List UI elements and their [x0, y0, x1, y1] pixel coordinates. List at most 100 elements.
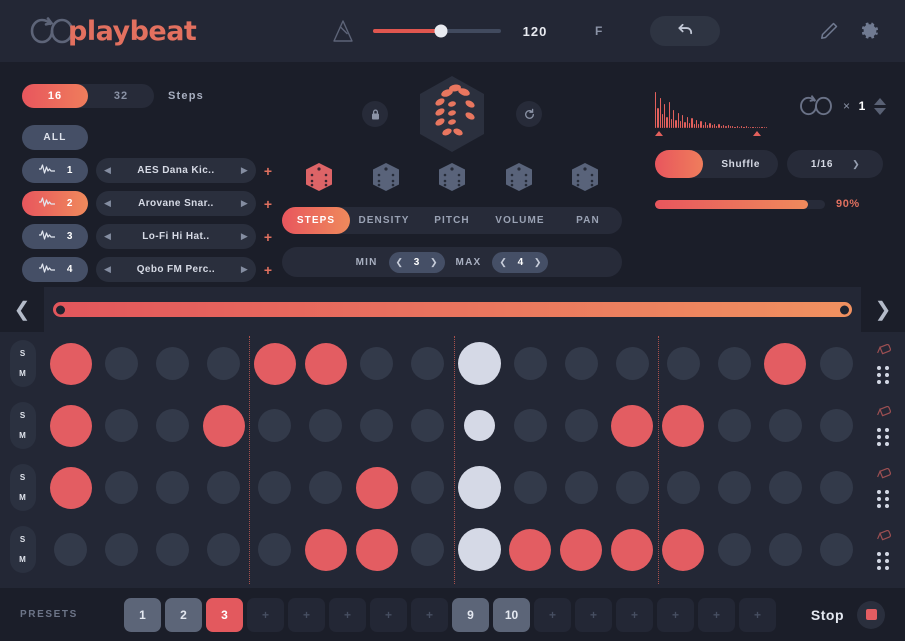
dice-5-icon[interactable] — [568, 160, 602, 194]
range-selection-bar[interactable] — [53, 302, 852, 317]
waveform-end-marker[interactable] — [753, 131, 761, 136]
chevron-left-icon[interactable]: ❮ — [396, 257, 404, 268]
max-stepper[interactable]: ❮ 4 ❯ — [492, 251, 549, 273]
step-3-11[interactable] — [564, 471, 598, 504]
mute-button-1[interactable]: M — [19, 369, 26, 378]
step-3-9[interactable] — [457, 466, 501, 509]
step-4-5[interactable] — [258, 533, 292, 566]
step-count-toggle[interactable]: 16 32 — [22, 84, 154, 108]
tempo-slider-knob[interactable] — [434, 24, 448, 38]
tab-volume[interactable]: VOLUME — [486, 207, 554, 234]
step-1-14[interactable] — [717, 347, 751, 380]
waveform-decay-icon[interactable] — [655, 90, 768, 136]
loop-infinity-icon[interactable] — [795, 93, 837, 119]
solo-button-2[interactable]: S — [20, 411, 25, 420]
track-select-2[interactable]: 2 — [22, 191, 88, 216]
track-select-1[interactable]: 1 — [22, 158, 88, 183]
next-sound-icon[interactable]: ▶ — [241, 198, 248, 209]
step-3-8[interactable] — [411, 471, 445, 504]
tab-density[interactable]: DENSITY — [350, 207, 418, 234]
track-name-field-4[interactable]: ◀ Qebo FM Perc.. ▶ — [96, 257, 256, 282]
track-select-4[interactable]: 4 — [22, 257, 88, 282]
drag-dots-icon[interactable] — [877, 551, 890, 570]
step-2-7[interactable] — [360, 409, 394, 442]
step-1-16[interactable] — [819, 347, 853, 380]
solo-button-3[interactable]: S — [20, 473, 25, 482]
step-2-9[interactable] — [463, 410, 495, 441]
preset-slot-6[interactable]: + — [329, 597, 366, 632]
step-1-13[interactable] — [666, 347, 700, 380]
chevron-right-icon[interactable]: ❯ — [534, 257, 542, 268]
add-track-2-button[interactable]: + — [264, 196, 272, 212]
tab-pan[interactable]: PAN — [554, 207, 622, 234]
step-1-8[interactable] — [411, 347, 445, 380]
step-1-15[interactable] — [764, 342, 807, 385]
amount-slider[interactable] — [655, 199, 825, 209]
step-4-1[interactable] — [54, 533, 88, 566]
all-tracks-button[interactable]: ALL — [22, 125, 88, 150]
prev-sound-icon[interactable]: ◀ — [104, 198, 111, 209]
track-select-3[interactable]: 3 — [22, 224, 88, 249]
solo-mute-4[interactable]: SM — [9, 526, 36, 573]
preset-slot-12[interactable]: + — [575, 597, 612, 632]
eraser-icon[interactable] — [875, 467, 892, 481]
step-2-6[interactable] — [309, 409, 343, 442]
next-sound-icon[interactable]: ▶ — [241, 165, 248, 176]
step-2-1[interactable] — [49, 404, 92, 447]
chevron-left-icon[interactable]: ❮ — [499, 257, 507, 268]
step-3-3[interactable] — [156, 471, 190, 504]
dice-1-icon[interactable] — [302, 160, 336, 194]
step-2-14[interactable] — [717, 409, 751, 442]
preset-slot-4[interactable]: + — [247, 597, 284, 632]
step-4-2[interactable] — [105, 533, 139, 566]
next-sound-icon[interactable]: ▶ — [241, 264, 248, 275]
tempo-value[interactable]: 120 — [518, 24, 552, 39]
step-count-32[interactable]: 32 — [88, 84, 154, 108]
tab-pitch[interactable]: PITCH — [418, 207, 486, 234]
step-3-6[interactable] — [309, 471, 343, 504]
solo-mute-3[interactable]: SM — [9, 464, 36, 511]
step-4-12[interactable] — [611, 528, 654, 571]
preset-slot-2[interactable]: 2 — [165, 597, 202, 632]
range-start-handle[interactable] — [56, 305, 65, 314]
step-4-8[interactable] — [411, 533, 445, 566]
preset-slot-7[interactable]: + — [370, 597, 407, 632]
tab-steps[interactable]: STEPS — [282, 207, 350, 234]
step-4-15[interactable] — [768, 533, 802, 566]
preset-slot-10[interactable]: 10 — [493, 597, 530, 632]
step-2-5[interactable] — [258, 409, 292, 442]
step-4-13[interactable] — [662, 528, 705, 571]
step-4-10[interactable] — [509, 528, 552, 571]
next-sound-icon[interactable]: ▶ — [241, 231, 248, 242]
drag-dots-icon[interactable] — [877, 489, 890, 508]
shuffle-toggle[interactable]: Shuffle — [655, 150, 779, 178]
step-2-10[interactable] — [513, 409, 547, 442]
min-stepper[interactable]: ❮ 3 ❯ — [388, 251, 445, 273]
step-4-9[interactable] — [457, 528, 501, 571]
step-count-16[interactable]: 16 — [22, 84, 88, 108]
waveform-start-marker[interactable] — [655, 131, 663, 136]
step-1-2[interactable] — [105, 347, 139, 380]
reset-circular-arrow-icon[interactable] — [516, 101, 542, 127]
step-4-3[interactable] — [156, 533, 190, 566]
step-2-4[interactable] — [202, 404, 245, 447]
step-3-10[interactable] — [513, 471, 547, 504]
step-1-6[interactable] — [304, 342, 347, 385]
track-name-field-1[interactable]: ◀ AES Dana Kic.. ▶ — [96, 158, 256, 183]
track-name-field-3[interactable]: ◀ Lo-Fi Hi Hat.. ▶ — [96, 224, 256, 249]
add-track-4-button[interactable]: + — [264, 262, 272, 278]
solo-button-1[interactable]: S — [20, 349, 25, 358]
solo-mute-2[interactable]: SM — [9, 402, 36, 449]
step-4-6[interactable] — [304, 528, 347, 571]
step-4-11[interactable] — [560, 528, 603, 571]
step-1-7[interactable] — [360, 347, 394, 380]
step-3-5[interactable] — [258, 471, 292, 504]
eraser-icon[interactable] — [875, 529, 892, 543]
undo-button[interactable] — [650, 16, 721, 46]
add-track-1-button[interactable]: + — [264, 163, 272, 179]
dice-3-icon[interactable] — [435, 160, 469, 194]
metronome-icon[interactable] — [330, 18, 356, 44]
prev-sound-icon[interactable]: ◀ — [104, 165, 111, 176]
tempo-slider[interactable] — [373, 24, 501, 38]
stop-button[interactable] — [857, 600, 885, 629]
